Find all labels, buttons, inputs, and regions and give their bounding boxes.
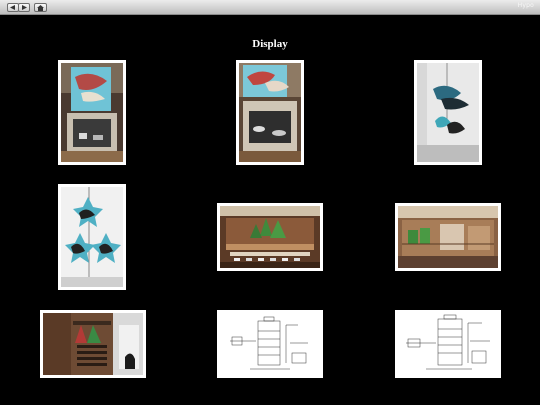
back-arrow-icon: [10, 5, 15, 10]
display-photo-hanging-shoes: [417, 63, 479, 162]
top-toolbar: Hypo: [0, 0, 540, 15]
display-photo-star-stands: [61, 187, 123, 287]
gallery-thumbnail[interactable]: [217, 310, 323, 378]
gallery-thumbnail[interactable]: [217, 203, 323, 271]
display-drawing-elevation-1: [220, 313, 320, 375]
toolbar-label: Hypo: [517, 2, 534, 9]
display-drawing-elevation-2: [398, 313, 498, 375]
gallery-thumbnail[interactable]: [58, 60, 126, 165]
display-photo-storefront-plants: [220, 206, 320, 268]
gallery-thumbnail[interactable]: [58, 184, 126, 290]
forward-arrow-icon: [22, 5, 27, 10]
gallery-thumbnail[interactable]: [395, 203, 501, 271]
page-title: Display: [252, 38, 288, 50]
gallery-thumbnail[interactable]: [414, 60, 482, 165]
gallery-thumbnail[interactable]: [40, 310, 146, 378]
forward-button[interactable]: [18, 3, 30, 12]
home-button[interactable]: [34, 3, 47, 12]
nav-button-group: [7, 3, 30, 12]
display-photo-window-shoes: [239, 63, 301, 162]
gallery-thumbnail[interactable]: [395, 310, 501, 378]
gallery-thumbnail[interactable]: [236, 60, 304, 165]
display-photo-interior-shelf: [43, 313, 143, 375]
home-icon: [37, 4, 44, 11]
display-photo-window-banner: [61, 63, 123, 162]
display-photo-storefront-wide: [398, 206, 498, 268]
